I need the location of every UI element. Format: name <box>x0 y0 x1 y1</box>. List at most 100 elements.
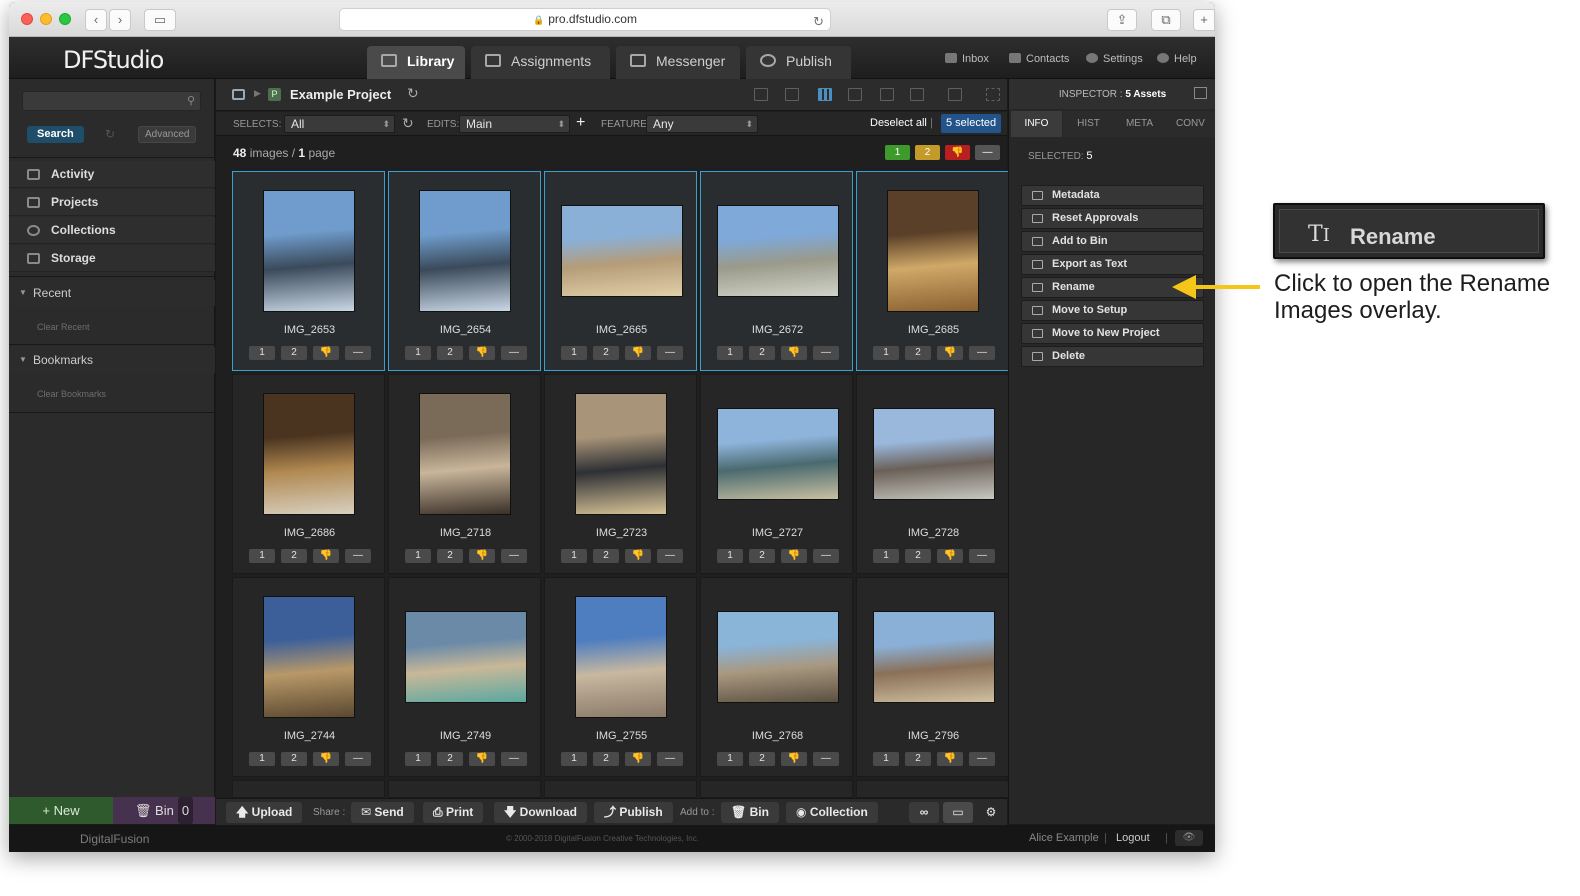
sync-icon[interactable]: ↻ <box>402 115 414 132</box>
search-button[interactable]: Search <box>27 126 84 143</box>
thumbnail-image[interactable] <box>575 596 667 718</box>
thumbnail-image[interactable] <box>263 596 355 718</box>
action-settings-button[interactable]: ⚙ <box>979 802 1003 823</box>
clear-rating-button[interactable]: — <box>501 752 527 766</box>
sidebar-item-activity[interactable]: Activity <box>9 161 215 188</box>
select-2-button[interactable]: 2 <box>749 752 775 766</box>
add-to-bin-button[interactable]: 🗑 Bin <box>721 802 779 823</box>
loupe-icon[interactable] <box>948 88 962 101</box>
clear-rating-button[interactable]: — <box>813 752 839 766</box>
tab-assignments[interactable]: Assignments <box>471 46 610 79</box>
reject-button[interactable]: 👎 <box>469 752 495 766</box>
reset-search-icon[interactable]: ↻ <box>105 127 115 141</box>
reject-button[interactable]: 👎 <box>313 549 339 563</box>
thumbnail-image[interactable] <box>717 611 839 703</box>
minimize-window-button[interactable] <box>40 13 52 25</box>
tab-messenger[interactable]: Messenger <box>616 46 740 79</box>
search-input[interactable]: ⚲ <box>22 91 201 111</box>
sidebar-item-collections[interactable]: Collections <box>9 217 215 244</box>
thumbnail-card[interactable]: IMG_2686 1 2 👎 — <box>232 374 385 574</box>
thumbnail-image[interactable] <box>887 190 979 312</box>
reject-button[interactable]: 👎 <box>625 549 651 563</box>
thumbnail-image[interactable] <box>263 393 355 515</box>
add-to-bin-button[interactable]: Add to Bin <box>1021 231 1204 252</box>
select-2-button[interactable]: 2 <box>281 549 307 563</box>
clear-recent-link[interactable]: Clear Recent <box>34 320 93 335</box>
select-2-button[interactable]: 2 <box>281 752 307 766</box>
thumbnail-image[interactable] <box>717 408 839 500</box>
tab-conv[interactable]: CONV <box>1165 111 1215 137</box>
select-1-button[interactable]: 1 <box>873 752 899 766</box>
thumbnail-image[interactable] <box>873 408 995 500</box>
close-window-button[interactable] <box>21 13 33 25</box>
upload-button[interactable]: 🡅 Upload <box>226 802 303 823</box>
single-view-icon[interactable] <box>880 88 894 101</box>
clear-rating-button[interactable]: — <box>501 346 527 360</box>
new-button[interactable]: + New <box>9 797 113 824</box>
clear-rating-button[interactable]: — <box>657 346 683 360</box>
large-grid-view-icon[interactable] <box>848 88 862 101</box>
reject-button[interactable]: 👎 <box>625 346 651 360</box>
reject-button[interactable]: 👎 <box>781 752 807 766</box>
move-to-setup-button[interactable]: Move to Setup <box>1021 300 1204 321</box>
tab-library[interactable]: Library <box>367 46 465 79</box>
filter-select-1[interactable]: 1 <box>885 145 910 160</box>
filter-reject[interactable]: 👎 <box>945 145 970 160</box>
refresh-icon[interactable]: ↻ <box>407 85 419 102</box>
sidebar-item-storage[interactable]: Storage <box>9 245 215 272</box>
reload-icon[interactable]: ↻ <box>813 11 824 32</box>
clear-rating-button[interactable]: — <box>345 346 371 360</box>
page-title[interactable]: Example Project <box>290 87 391 102</box>
thumbnail-card[interactable]: IMG_2744 1 2 👎 — <box>232 577 385 777</box>
select-1-button[interactable]: 1 <box>405 752 431 766</box>
clear-rating-button[interactable]: — <box>657 549 683 563</box>
thumbnail-card[interactable] <box>232 780 385 798</box>
library-icon[interactable] <box>232 89 245 100</box>
select-1-button[interactable]: 1 <box>405 346 431 360</box>
detail-list-view-icon[interactable] <box>785 88 799 101</box>
url-bar[interactable]: 🔒 pro.dfstudio.com ↻ <box>339 8 831 31</box>
thumbnail-image[interactable] <box>873 611 995 703</box>
filmstrip-button[interactable]: ▭ <box>943 802 973 823</box>
download-button[interactable]: 🡇 Download <box>494 802 587 823</box>
print-button[interactable]: ⎙ Print <box>423 802 484 823</box>
contacts-link[interactable]: Contacts <box>1009 53 1069 65</box>
list-view-icon[interactable] <box>754 88 768 101</box>
thumbnail-card[interactable] <box>700 780 853 798</box>
sidebar-toggle-button[interactable]: ▭ <box>144 9 176 31</box>
thumbnail-image[interactable] <box>419 393 511 515</box>
select-1-button[interactable]: 1 <box>561 752 587 766</box>
select-1-button[interactable]: 1 <box>873 549 899 563</box>
select-2-button[interactable]: 2 <box>437 346 463 360</box>
reject-button[interactable]: 👎 <box>313 752 339 766</box>
tab-publish[interactable]: Publish <box>746 46 851 79</box>
tabs-overview-button[interactable]: ⧉ <box>1151 9 1181 31</box>
select-1-button[interactable]: 1 <box>249 346 275 360</box>
settings-link[interactable]: Settings <box>1086 53 1143 65</box>
reject-button[interactable]: 👎 <box>937 549 963 563</box>
reject-button[interactable]: 👎 <box>781 549 807 563</box>
feature-dropdown[interactable]: Any ⬍ <box>646 115 758 133</box>
select-1-button[interactable]: 1 <box>717 752 743 766</box>
select-2-button[interactable]: 2 <box>905 346 931 360</box>
select-2-button[interactable]: 2 <box>749 549 775 563</box>
selected-count-badge[interactable]: 5 selected <box>941 114 1002 133</box>
back-button[interactable]: ‹ <box>85 9 107 31</box>
select-1-button[interactable]: 1 <box>717 346 743 360</box>
metadata-button[interactable]: Metadata <box>1021 185 1204 206</box>
select-1-button[interactable]: 1 <box>873 346 899 360</box>
thumbnail-card[interactable]: IMG_2749 1 2 👎 — <box>388 577 541 777</box>
clear-rating-button[interactable]: — <box>969 549 995 563</box>
select-2-button[interactable]: 2 <box>749 346 775 360</box>
app-logo[interactable]: DFStudio <box>63 46 164 74</box>
inbox-link[interactable]: Inbox <box>945 53 989 65</box>
compare-button[interactable]: ∞ <box>909 802 939 823</box>
reject-button[interactable]: 👎 <box>937 752 963 766</box>
fullscreen-icon[interactable] <box>986 88 1000 101</box>
thumbnail-image[interactable] <box>419 190 511 312</box>
delete-button[interactable]: Delete <box>1021 346 1204 367</box>
thumbnail-image[interactable] <box>561 205 683 297</box>
clear-rating-button[interactable]: — <box>813 346 839 360</box>
thumbnail-card[interactable]: IMG_2718 1 2 👎 — <box>388 374 541 574</box>
select-2-button[interactable]: 2 <box>905 549 931 563</box>
